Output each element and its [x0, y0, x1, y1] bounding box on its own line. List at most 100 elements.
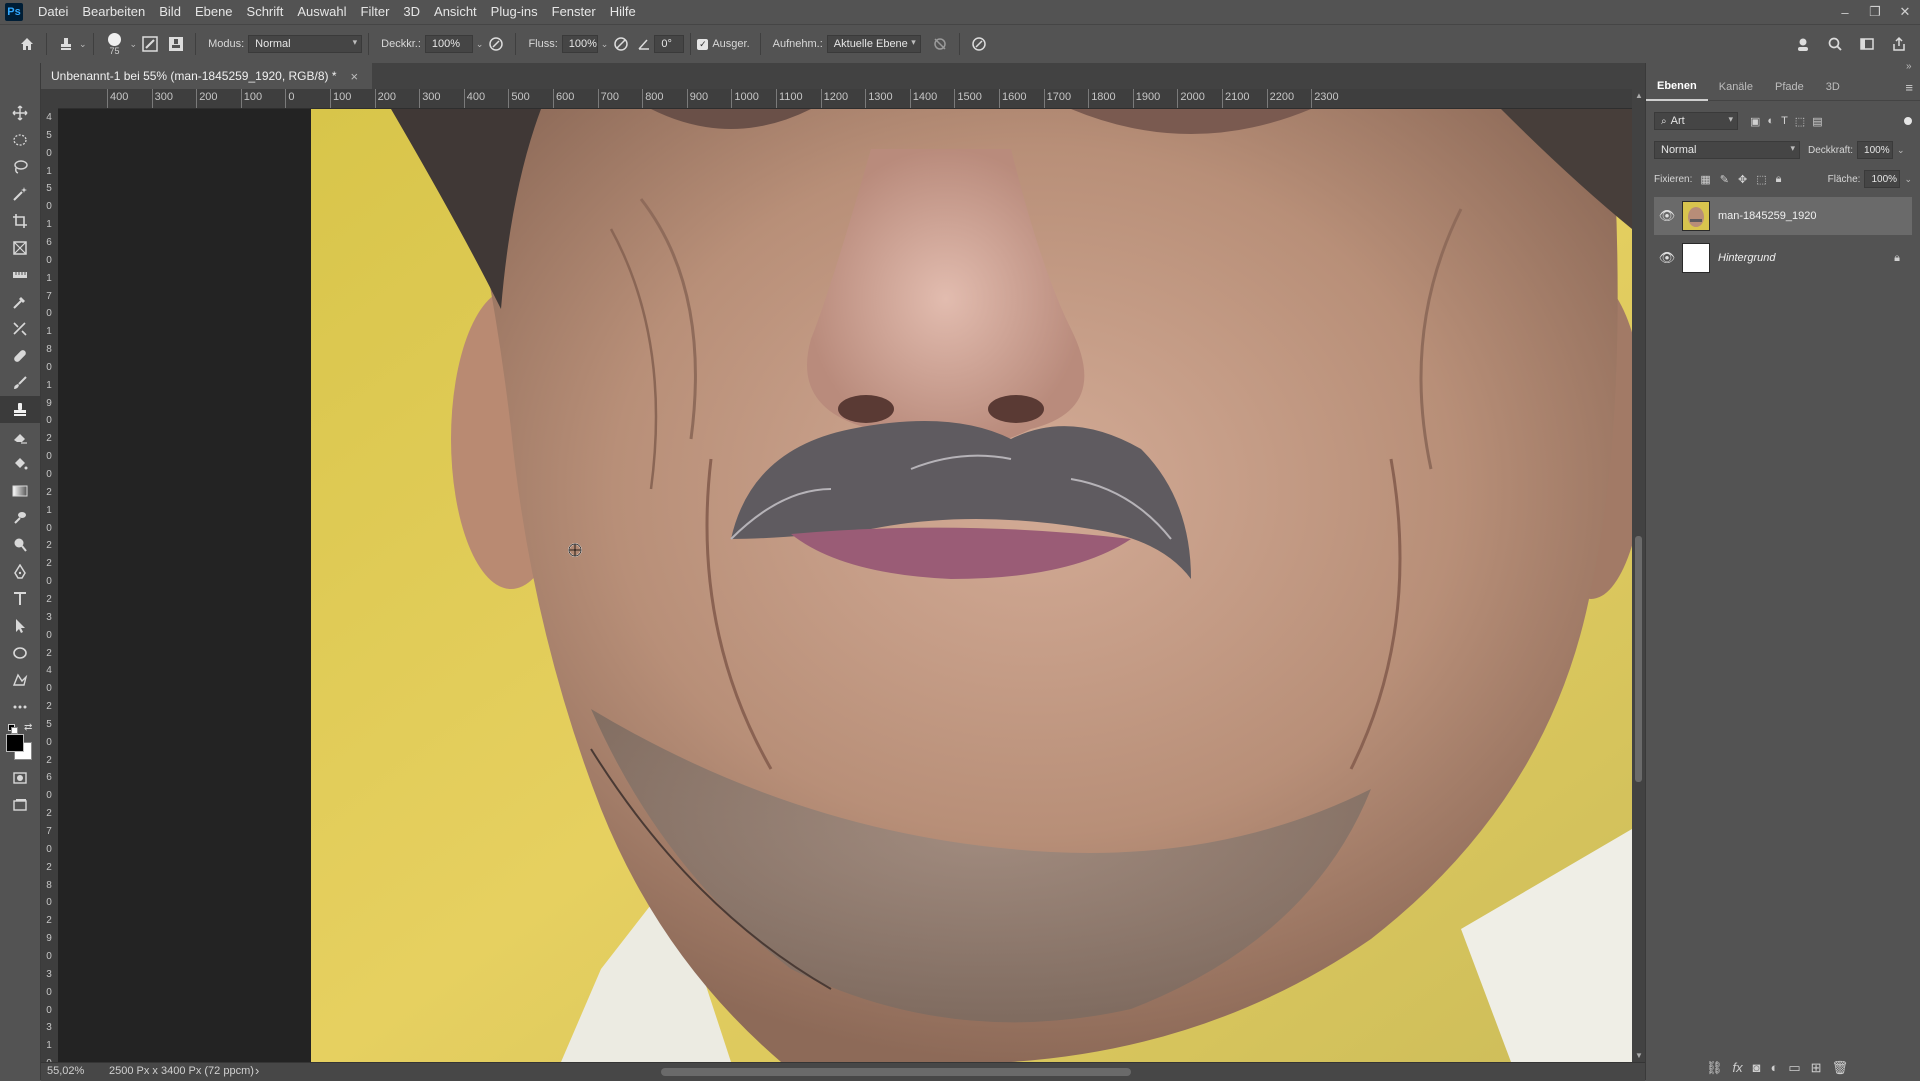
- ignore-adjustment-layers-icon[interactable]: [927, 31, 953, 57]
- filter-shape-icon[interactable]: ⬚: [1795, 115, 1805, 128]
- marquee-tool-icon[interactable]: [0, 126, 40, 153]
- ruler-corner[interactable]: [41, 89, 58, 108]
- panel-collapse-icon[interactable]: »: [1906, 61, 1912, 72]
- menu-ansicht[interactable]: Ansicht: [427, 0, 484, 24]
- menu-ebene[interactable]: Ebene: [188, 0, 240, 24]
- document-tab[interactable]: Unbenannt-1 bei 55% (man-1845259_1920, R…: [41, 63, 373, 89]
- layer-opacity-input[interactable]: 100%: [1857, 141, 1894, 159]
- zoom-level[interactable]: 55,02%: [47, 1065, 84, 1077]
- dodge-tool-icon[interactable]: [0, 531, 40, 558]
- pressure-size-icon[interactable]: [966, 31, 992, 57]
- vertical-scrollbar[interactable]: ▲ ▼: [1632, 89, 1645, 1062]
- tab-ebenen[interactable]: Ebenen: [1646, 73, 1708, 101]
- search-icon[interactable]: [1822, 31, 1848, 57]
- flow-input[interactable]: 100%: [561, 35, 598, 53]
- angle-input[interactable]: 0°: [654, 35, 685, 53]
- magic-wand-tool-icon[interactable]: [0, 180, 40, 207]
- layer-row[interactable]: 👁︎ man-1845259_1920: [1654, 197, 1912, 235]
- menu-3d[interactable]: 3D: [396, 0, 427, 24]
- menu-fenster[interactable]: Fenster: [545, 0, 603, 24]
- foreground-color-swatch[interactable]: [6, 734, 24, 752]
- smudge-tool-icon[interactable]: [0, 504, 40, 531]
- more-tools-icon[interactable]: [0, 693, 40, 720]
- layer-name[interactable]: Hintergrund: [1718, 252, 1775, 264]
- ellipse-tool-icon[interactable]: [0, 639, 40, 666]
- default-colors-icon[interactable]: [8, 724, 18, 734]
- menu-filter[interactable]: Filter: [354, 0, 397, 24]
- close-button[interactable]: ✕: [1890, 0, 1920, 24]
- menu-bearbeiten[interactable]: Bearbeiten: [75, 0, 152, 24]
- clone-stamp-preset-icon[interactable]: [53, 31, 79, 57]
- lock-icon[interactable]: 🔒︎: [1894, 252, 1900, 265]
- visibility-eye-icon[interactable]: 👁︎: [1654, 250, 1680, 266]
- chevron-down-icon[interactable]: ⌄: [130, 39, 138, 50]
- airbrush-icon[interactable]: [608, 31, 634, 57]
- crop-tool-icon[interactable]: [0, 207, 40, 234]
- menu-schrift[interactable]: Schrift: [240, 0, 291, 24]
- lock-transparent-icon[interactable]: ▦: [1700, 173, 1710, 186]
- layer-name[interactable]: man-1845259_1920: [1718, 210, 1816, 222]
- chevron-down-icon[interactable]: ⌄: [1897, 145, 1905, 156]
- frame-tool-icon[interactable]: [0, 234, 40, 261]
- paint-bucket-tool-icon[interactable]: [0, 450, 40, 477]
- adjustment-layer-icon[interactable]: ◐: [1771, 1060, 1779, 1076]
- custom-shape-tool-icon[interactable]: [0, 666, 40, 693]
- vertical-scroll-thumb[interactable]: [1635, 536, 1642, 782]
- clone-stamp-tool-icon[interactable]: [0, 396, 40, 423]
- close-tab-icon[interactable]: ×: [351, 69, 359, 84]
- brush-settings-icon[interactable]: [137, 31, 163, 57]
- pasteboard[interactable]: [58, 109, 1632, 1062]
- menu-plugins[interactable]: Plug-ins: [484, 0, 545, 24]
- sample-select[interactable]: Aktuelle Ebene ▾: [826, 35, 921, 53]
- share-icon[interactable]: [1886, 31, 1912, 57]
- ruler-horizontal[interactable]: 400 300 200 100 0 100 200 300 400 500 600 700 800 900…: [58, 89, 1632, 109]
- tab-3d[interactable]: 3D: [1815, 74, 1851, 100]
- menu-bild[interactable]: Bild: [152, 0, 188, 24]
- screen-mode-icon[interactable]: [0, 791, 40, 818]
- quick-mask-icon[interactable]: [0, 764, 40, 791]
- filter-smart-object-icon[interactable]: ▤: [1812, 115, 1822, 128]
- visibility-eye-icon[interactable]: 👁︎: [1654, 208, 1680, 224]
- link-layers-icon[interactable]: ⛓: [1706, 1060, 1723, 1076]
- path-selection-tool-icon[interactable]: [0, 612, 40, 639]
- layer-style-icon[interactable]: fx: [1733, 1060, 1743, 1076]
- chevron-down-icon[interactable]: ⌄: [1904, 174, 1912, 185]
- opacity-input[interactable]: 100%: [424, 35, 473, 53]
- filter-toggle-icon[interactable]: [1904, 117, 1912, 125]
- pen-tool-icon[interactable]: [0, 558, 40, 585]
- aligned-checkbox[interactable]: ✓: [697, 38, 709, 50]
- lasso-tool-icon[interactable]: [0, 153, 40, 180]
- filter-pixel-icon[interactable]: ▣: [1750, 115, 1760, 128]
- chevron-down-icon[interactable]: ⌄: [79, 39, 87, 50]
- status-menu-icon[interactable]: ›: [255, 1063, 259, 1078]
- menu-hilfe[interactable]: Hilfe: [603, 0, 643, 24]
- add-mask-icon[interactable]: ◙: [1753, 1060, 1761, 1076]
- chevron-down-icon[interactable]: ⌄: [476, 39, 484, 50]
- lock-all-icon[interactable]: 🔒︎: [1776, 173, 1782, 186]
- home-icon[interactable]: [14, 31, 40, 57]
- fill-input[interactable]: 100%: [1864, 170, 1901, 188]
- brush-size-picker[interactable]: 75: [100, 32, 130, 56]
- content-aware-move-tool-icon[interactable]: [0, 315, 40, 342]
- share-person-icon[interactable]: [1790, 31, 1816, 57]
- filter-adjustment-icon[interactable]: ◐: [1767, 115, 1774, 128]
- ruler-vertical[interactable]: 4 5 0 1 5 0 1 6 0 1 7 0 1 8 0 1 9 0 2 0 0 2 1 0 2 2 0 2 3 0 2 4 0 2 5 0 2 6 0 2…: [41, 108, 59, 1062]
- blend-mode-select[interactable]: Normal ▾: [1654, 141, 1800, 159]
- new-group-icon[interactable]: ▭: [1788, 1060, 1800, 1076]
- horizontal-scroll-thumb[interactable]: [661, 1068, 1131, 1076]
- panel-menu-icon[interactable]: ≡: [1905, 80, 1913, 95]
- gradient-tool-icon[interactable]: [0, 477, 40, 504]
- scroll-down-icon[interactable]: ▼: [1635, 1051, 1643, 1060]
- ruler-tool-icon[interactable]: [0, 261, 40, 288]
- minimize-button[interactable]: –: [1830, 0, 1860, 24]
- menu-datei[interactable]: Datei: [31, 0, 75, 24]
- eraser-tool-icon[interactable]: [0, 423, 40, 450]
- tab-pfade[interactable]: Pfade: [1764, 74, 1815, 100]
- eyedropper-tool-icon[interactable]: [0, 288, 40, 315]
- workspace-icon[interactable]: [1854, 31, 1880, 57]
- healing-brush-tool-icon[interactable]: [0, 342, 40, 369]
- mode-select[interactable]: Normal ▾: [248, 35, 363, 53]
- pressure-opacity-icon[interactable]: [483, 31, 509, 57]
- lock-image-icon[interactable]: ✎: [1720, 173, 1729, 186]
- lock-position-icon[interactable]: ✥: [1738, 173, 1747, 186]
